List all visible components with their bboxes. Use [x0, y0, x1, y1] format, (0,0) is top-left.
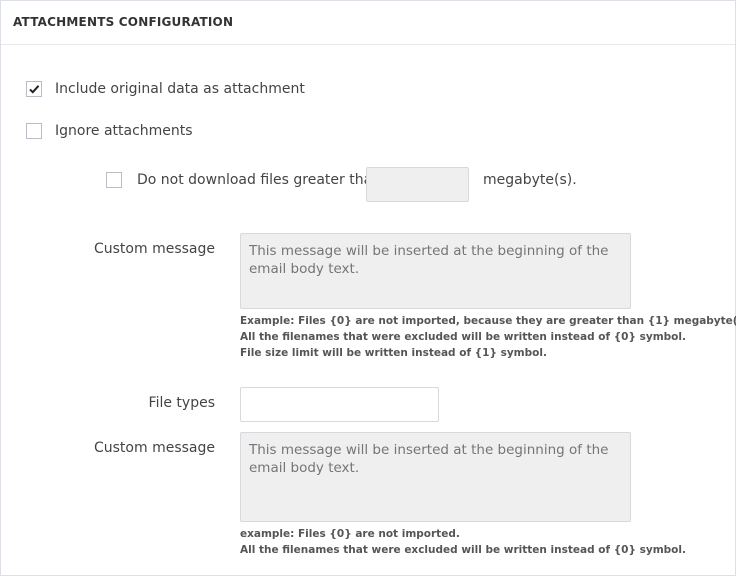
size-help-line-3: File size limit will be written instead … [240, 347, 547, 359]
size-limit-checkbox[interactable] [106, 172, 122, 188]
size-help-line-1: Example: Files {0} are not imported, bec… [240, 315, 736, 327]
size-limit-unit: megabyte(s). [483, 172, 577, 188]
include-original-checkbox[interactable] [26, 81, 42, 97]
size-custom-message-label: Custom message [93, 241, 215, 257]
file-types-label: File types [148, 395, 215, 411]
include-original-label: Include original data as attachment [55, 81, 305, 97]
types-custom-message-label: Custom message [93, 440, 215, 456]
panel-header: ATTACHMENTS CONFIGURATION [1, 1, 735, 45]
size-limit-label: Do not download files greater than [137, 172, 382, 188]
panel-title: ATTACHMENTS CONFIGURATION [13, 15, 234, 29]
attachments-panel: ATTACHMENTS CONFIGURATION Include origin… [0, 0, 736, 576]
size-help-line-2: All the filenames that were excluded wil… [240, 331, 686, 343]
file-types-input[interactable] [240, 387, 439, 422]
types-help-line-2: All the filenames that were excluded wil… [240, 544, 686, 556]
types-help-line-1: example: Files {0} are not imported. [240, 528, 460, 540]
ignore-attachments-checkbox[interactable] [26, 123, 42, 139]
checkmark-icon [29, 85, 40, 94]
types-custom-message-textarea[interactable] [240, 432, 631, 522]
size-limit-input[interactable] [366, 167, 469, 202]
ignore-attachments-label: Ignore attachments [55, 123, 193, 139]
size-custom-message-textarea[interactable] [240, 233, 631, 309]
